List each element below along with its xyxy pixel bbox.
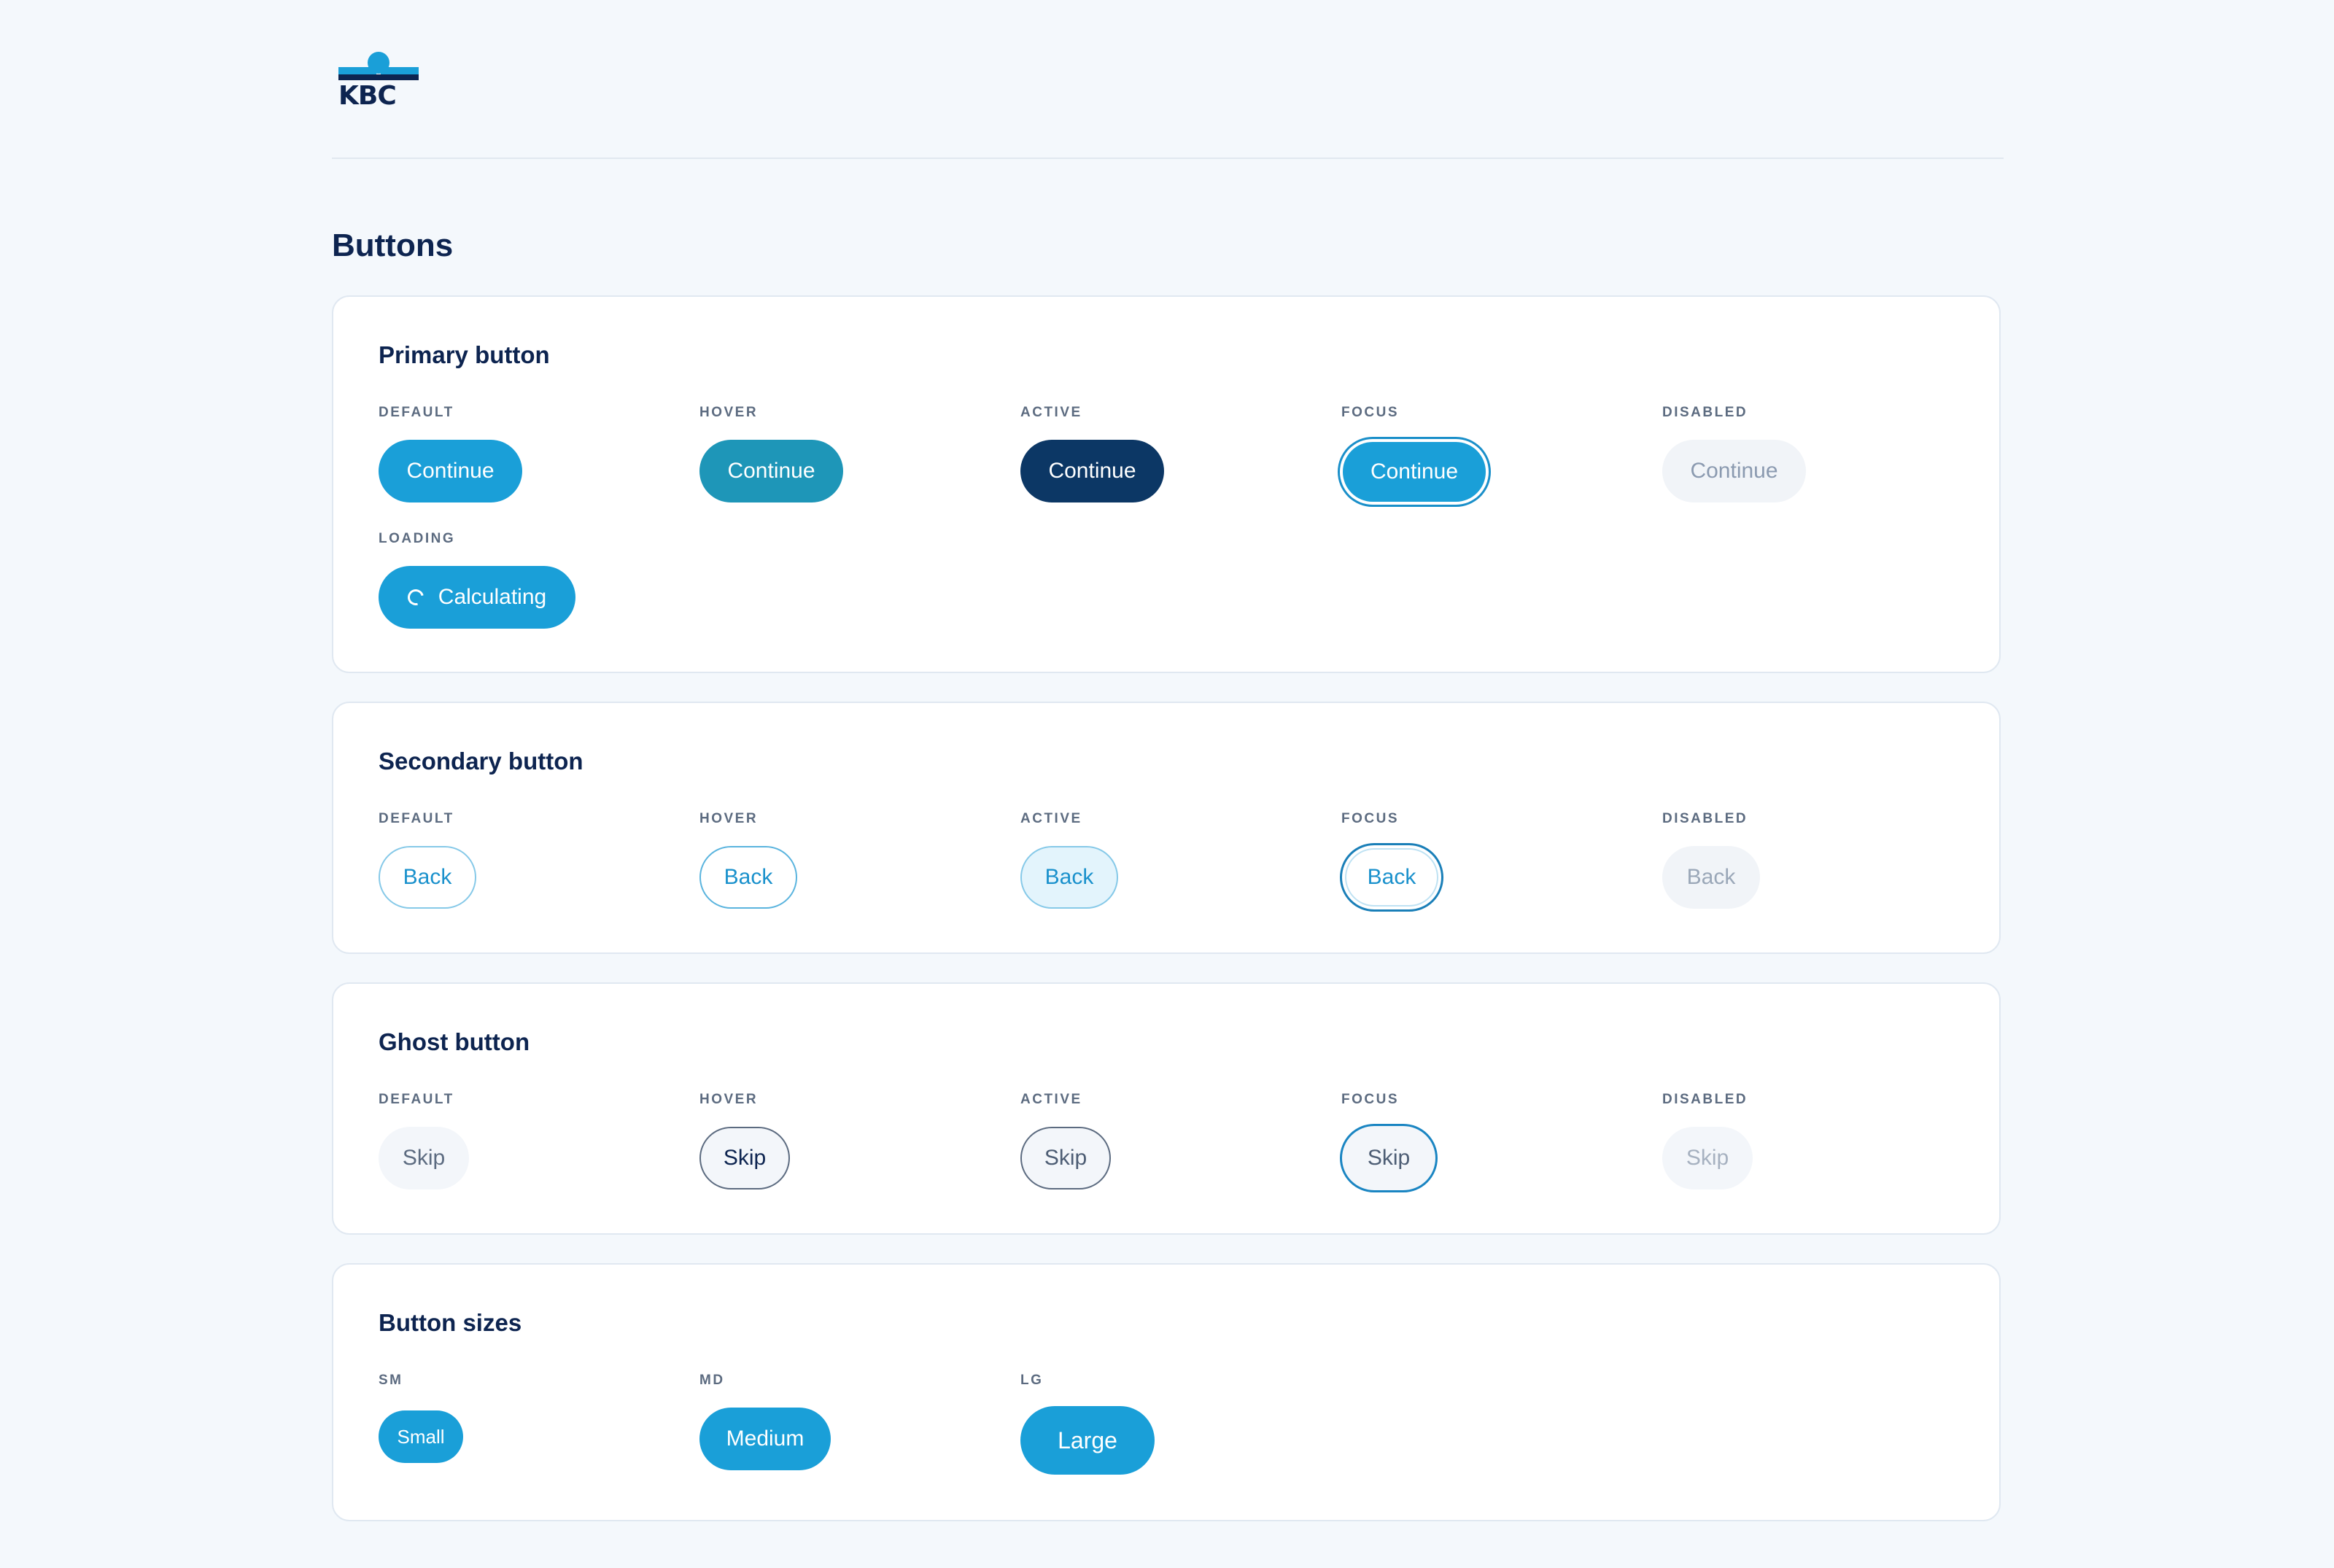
secondary-button-hover[interactable]: Back <box>699 846 797 909</box>
loading-label: Calculating <box>438 585 547 609</box>
card-title: Secondary button <box>379 748 584 775</box>
spinner-icon <box>404 586 427 609</box>
secondary-button-default[interactable]: Back <box>379 846 476 909</box>
secondary-button-active[interactable]: Back <box>1020 846 1118 909</box>
state-label-disabled: DISABLED <box>1662 405 1748 420</box>
size-label-md: MD <box>699 1373 725 1388</box>
primary-button-card: Primary button DEFAULT HOVER ACTIVE FOCU… <box>332 295 2001 673</box>
logo-text: KBC <box>338 81 397 111</box>
secondary-button-card: Secondary button DEFAULT HOVER ACTIVE FO… <box>332 702 2001 954</box>
kbc-logo-mark-icon <box>338 52 419 80</box>
card-title: Button sizes <box>379 1309 522 1336</box>
secondary-button-focus[interactable]: Back <box>1340 843 1443 912</box>
state-label-focus: FOCUS <box>1341 811 1399 826</box>
state-label-hover: HOVER <box>699 405 759 420</box>
card-title: Ghost button <box>379 1028 530 1055</box>
ghost-button-active[interactable]: Skip <box>1020 1127 1111 1189</box>
large-button[interactable]: Large <box>1020 1406 1155 1475</box>
card-title: Primary button <box>379 341 550 368</box>
state-label-active: ACTIVE <box>1020 1092 1082 1107</box>
size-label-lg: LG <box>1020 1373 1044 1388</box>
page-title: Buttons <box>332 228 454 263</box>
state-label-active: ACTIVE <box>1020 405 1082 420</box>
page: KBC Buttons Primary button DEFAULT HOVER… <box>0 0 2334 1568</box>
medium-button[interactable]: Medium <box>699 1408 831 1470</box>
state-label-focus: FOCUS <box>1341 1092 1399 1107</box>
ghost-button-disabled: Skip <box>1662 1127 1753 1189</box>
state-label-disabled: DISABLED <box>1662 811 1748 826</box>
state-label-hover: HOVER <box>699 1092 759 1107</box>
primary-button-hover[interactable]: Continue <box>699 440 843 502</box>
secondary-button-disabled: Back <box>1662 846 1760 909</box>
kbc-logo: KBC <box>338 51 419 111</box>
state-label-focus: FOCUS <box>1341 405 1399 420</box>
ghost-button-hover[interactable]: Skip <box>699 1127 790 1189</box>
primary-button-loading[interactable]: Calculating <box>379 566 575 629</box>
state-label-default: DEFAULT <box>379 1092 454 1107</box>
ghost-button-default[interactable]: Skip <box>379 1127 469 1189</box>
primary-button-default[interactable]: Continue <box>379 440 522 502</box>
state-label-default: DEFAULT <box>379 811 454 826</box>
small-button[interactable]: Small <box>379 1410 463 1463</box>
size-label-sm: SM <box>379 1373 403 1388</box>
ghost-button-focus[interactable]: Skip <box>1340 1124 1438 1192</box>
state-label-active: ACTIVE <box>1020 811 1082 826</box>
button-sizes-card: Button sizes SM MD LG Small Medium Large <box>332 1263 2001 1521</box>
state-label-default: DEFAULT <box>379 405 454 420</box>
primary-button-focus[interactable]: Continue <box>1343 442 1486 502</box>
state-label-loading: LOADING <box>379 531 456 546</box>
ghost-button-card: Ghost button DEFAULT HOVER ACTIVE FOCUS … <box>332 982 2001 1235</box>
header-divider <box>332 158 2004 159</box>
state-label-hover: HOVER <box>699 811 759 826</box>
primary-button-active[interactable]: Continue <box>1020 440 1164 502</box>
state-label-disabled: DISABLED <box>1662 1092 1748 1107</box>
primary-button-disabled: Continue <box>1662 440 1806 502</box>
